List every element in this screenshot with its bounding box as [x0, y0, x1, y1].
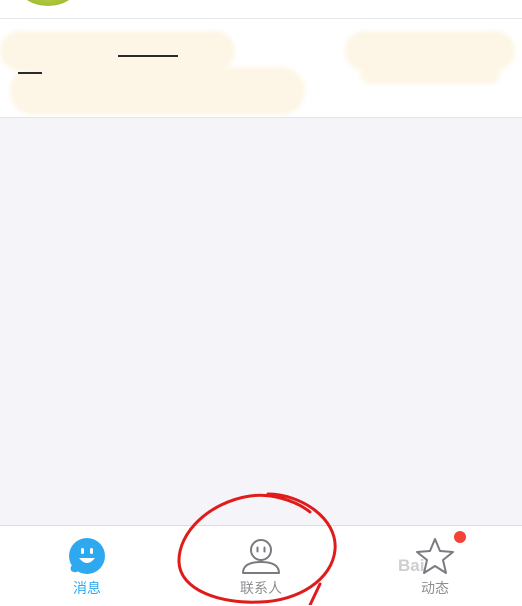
tab-contacts[interactable]: 联系人	[174, 526, 348, 606]
notification-badge	[454, 531, 466, 543]
top-strip	[0, 0, 522, 19]
person-icon	[242, 539, 280, 574]
redaction-residue	[18, 72, 42, 74]
tab-messages[interactable]: 消息	[0, 526, 174, 606]
tab-label: 联系人	[240, 581, 282, 597]
tab-moments[interactable]: 动态	[348, 526, 522, 606]
watermark: Bai	[398, 556, 425, 575]
redaction-smudge	[10, 67, 305, 115]
message-list-empty-area	[0, 118, 522, 524]
redaction-residue	[118, 55, 178, 57]
tab-label: 消息	[73, 581, 101, 597]
redaction-smudge	[360, 64, 500, 84]
bottom-tab-bar: 消息 联系人 动态	[0, 525, 522, 606]
chat-smile-icon	[69, 538, 105, 574]
redaction-smudge	[0, 31, 235, 71]
tab-label: 动态	[421, 581, 449, 597]
conversation-row[interactable]	[0, 19, 522, 118]
avatar[interactable]	[20, 0, 76, 6]
